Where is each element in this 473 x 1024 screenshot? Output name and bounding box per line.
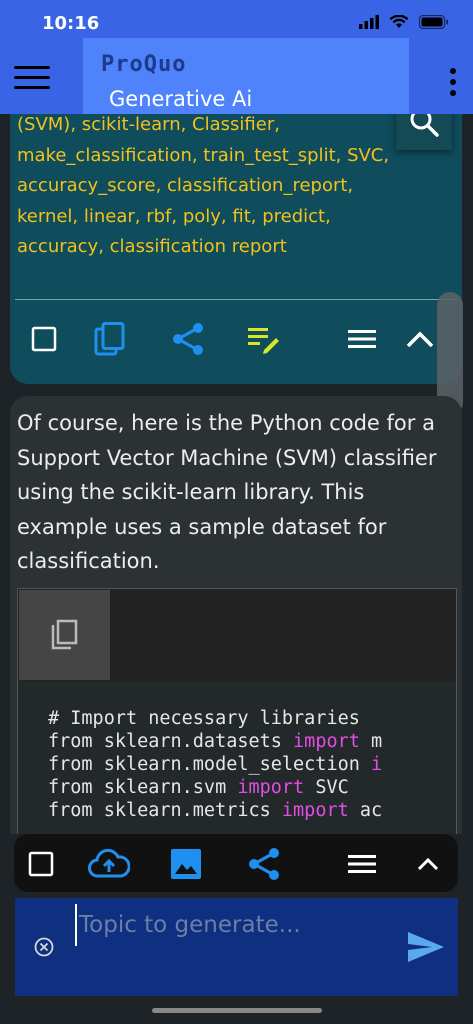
expand-button[interactable] [410, 846, 446, 882]
checkbox-icon [31, 326, 57, 352]
clear-input-button[interactable] [33, 936, 55, 958]
checkbox-icon [28, 851, 54, 877]
chevron-up-icon [417, 857, 439, 871]
menu-lines-button[interactable] [342, 319, 382, 359]
edit-notes-button[interactable] [244, 319, 284, 359]
keywords-body: make_classification, train_test_split, S… [17, 144, 390, 258]
code-keyword: import [293, 731, 360, 752]
chevron-up-icon [406, 331, 434, 348]
collapse-button[interactable] [400, 319, 440, 359]
app-bar: ProQuo Generative Ai [0, 38, 473, 114]
code-line-rest: SVC [304, 777, 349, 798]
input-bar [15, 898, 458, 996]
keywords-text: (SVM), scikit-learn, Classifier, make_cla… [17, 114, 417, 263]
code-line: from sklearn.model_selection [48, 754, 372, 775]
select-checkbox[interactable] [24, 319, 64, 359]
bottom-toolbar [14, 834, 458, 892]
code-line-rest: ac [348, 800, 383, 821]
code-line-rest: m [359, 731, 383, 752]
upload-button[interactable] [88, 846, 130, 882]
keywords-card: (SVM), scikit-learn, Classifier, make_cla… [10, 114, 462, 384]
code-keyword: i [371, 754, 383, 775]
topic-input[interactable] [75, 904, 401, 946]
hamburger-menu-icon[interactable] [14, 66, 50, 92]
code-block-header [18, 589, 456, 681]
home-indicator [152, 1008, 322, 1013]
battery-icon [418, 14, 449, 33]
status-bar: 10:16 [0, 0, 473, 40]
wifi-icon [389, 14, 409, 33]
menu-lines-icon [348, 330, 376, 348]
menu-lines-icon [348, 855, 376, 873]
status-time: 10:16 [42, 13, 100, 34]
copy-icon [51, 619, 77, 650]
app-title: ProQuo [101, 52, 187, 77]
keywords-partial-line: (SVM), scikit-learn, Classifier, [17, 114, 280, 135]
chat-scroll-area[interactable]: (SVM), scikit-learn, Classifier, make_cla… [0, 114, 473, 834]
copy-icon [94, 322, 125, 356]
code-keyword: import [237, 777, 305, 798]
search-button[interactable] [396, 114, 452, 150]
keywords-card-toolbar [10, 299, 462, 384]
search-icon [410, 114, 439, 137]
share-icon [173, 323, 203, 355]
menu-lines-button[interactable] [344, 846, 380, 882]
clear-icon [34, 937, 54, 957]
code-line: from sklearn.metrics [48, 800, 282, 821]
send-button[interactable] [406, 930, 446, 964]
share-button[interactable] [168, 319, 208, 359]
more-options-icon[interactable] [449, 68, 457, 100]
code-line: from sklearn.datasets [48, 731, 294, 752]
code-block: # Import necessary libraries from sklear… [17, 588, 457, 834]
copy-button[interactable] [90, 319, 130, 359]
signal-icon [359, 14, 379, 33]
app-title-box: ProQuo Generative Ai [83, 38, 409, 114]
code-copy-button[interactable] [19, 590, 110, 680]
edit-note-icon [248, 328, 279, 354]
answer-text: Of course, here is the Python code for a… [17, 411, 437, 573]
code-text: # Import necessary libraries from sklear… [48, 707, 382, 822]
image-icon [171, 849, 201, 879]
cloud-upload-icon [88, 849, 130, 878]
select-all-checkbox[interactable] [23, 846, 59, 882]
code-keyword: import [281, 800, 349, 821]
status-icons [359, 14, 449, 33]
share-button[interactable] [246, 846, 282, 882]
code-line: from sklearn.svm [48, 777, 238, 798]
send-icon [408, 932, 444, 962]
code-comment: # Import necessary libraries [48, 708, 360, 729]
answer-card: Of course, here is the Python code for a… [10, 396, 462, 834]
share-icon [249, 848, 279, 880]
app-subtitle: Generative Ai [109, 87, 253, 111]
image-button[interactable] [168, 846, 204, 882]
